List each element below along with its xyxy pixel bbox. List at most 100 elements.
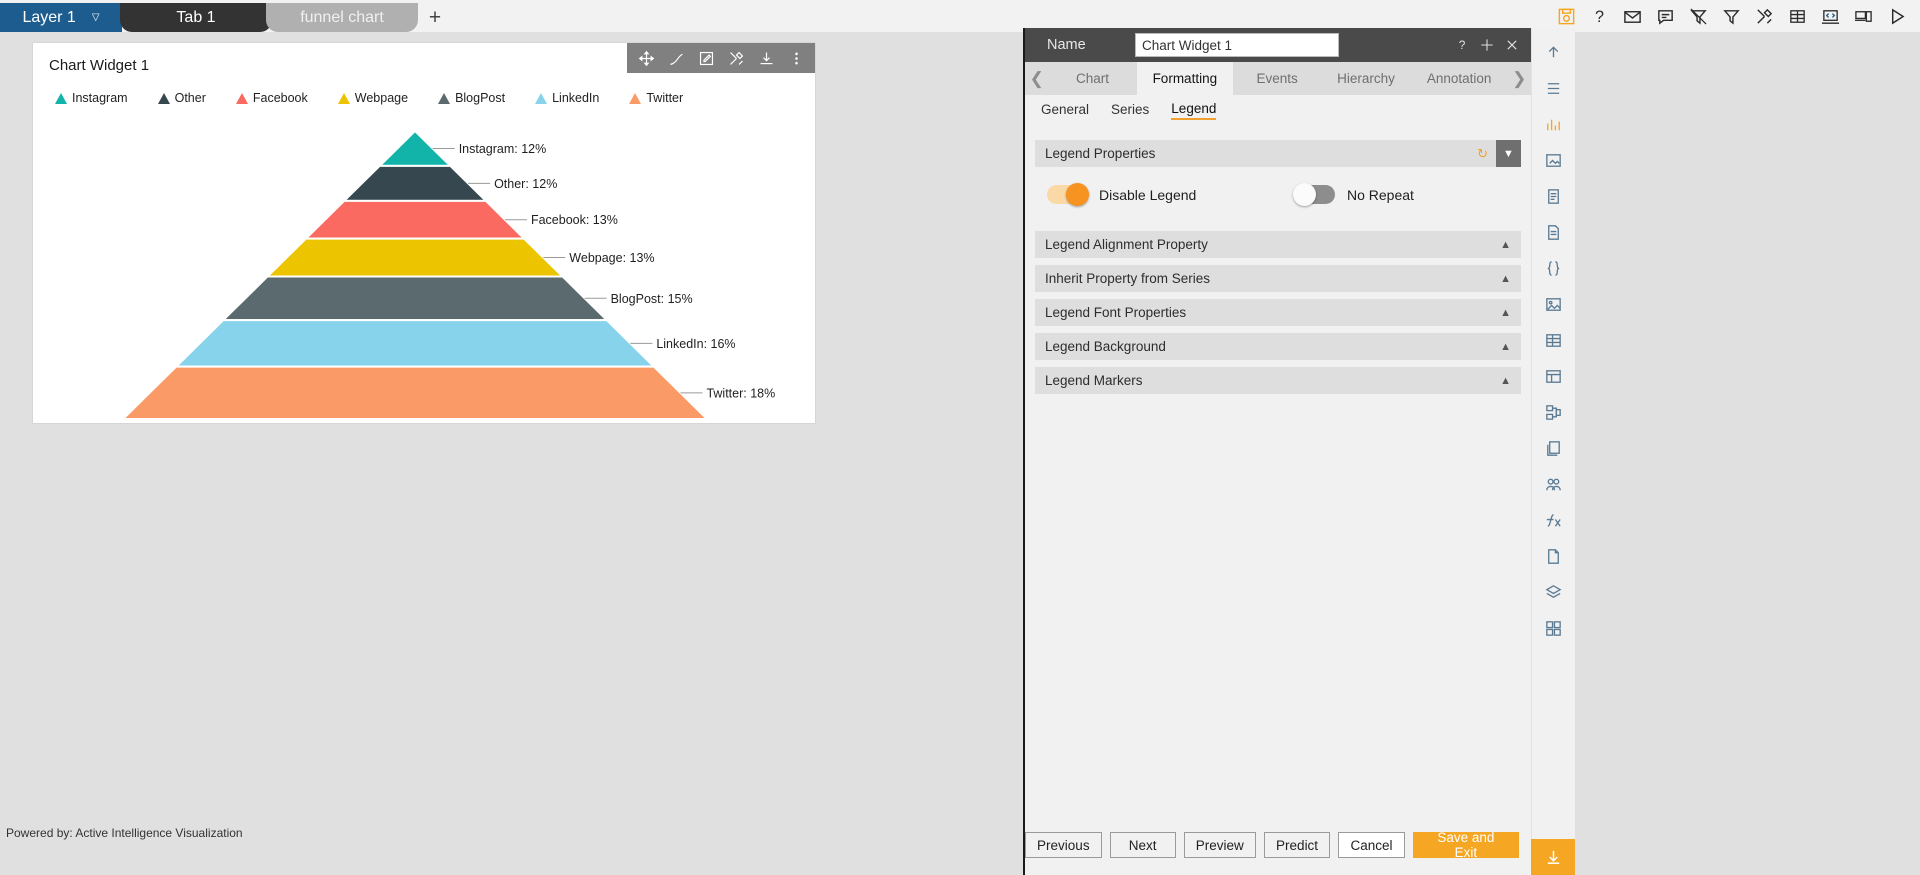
filter-off-icon[interactable] (1689, 7, 1708, 26)
chart-widget[interactable]: Chart Widget 1 Instagram Other Facebook … (32, 42, 816, 424)
subtab-general[interactable]: General (1041, 102, 1089, 119)
chevron-left-icon[interactable]: ❮ (1025, 62, 1049, 95)
legend-item[interactable]: Twitter (629, 91, 683, 105)
legend-marker-triangle-icon (157, 92, 170, 104)
cancel-button[interactable]: Cancel (1338, 832, 1405, 858)
next-button[interactable]: Next (1109, 832, 1176, 858)
toggle-label: No Repeat (1347, 186, 1414, 203)
chevron-right-icon[interactable]: ❯ (1507, 62, 1531, 95)
subtab-series[interactable]: Series (1111, 102, 1149, 119)
save-and-exit-button[interactable]: Save and Exit (1412, 830, 1519, 860)
tools-icon[interactable] (1755, 7, 1774, 26)
tab-tab-1[interactable]: Tab 1 (120, 3, 272, 32)
section-title: Legend Background (1045, 339, 1166, 354)
funnel-segment[interactable] (220, 275, 610, 322)
move-icon[interactable] (631, 43, 661, 73)
layout-icon[interactable] (1534, 358, 1574, 394)
toggle-knob (1293, 183, 1316, 206)
legend-marker-triangle-icon (55, 92, 67, 104)
tools-icon[interactable] (721, 43, 751, 73)
funnel-segment[interactable] (303, 199, 527, 240)
legend-item[interactable]: Other (157, 91, 206, 105)
mail-icon[interactable] (1623, 7, 1642, 26)
tab-events[interactable]: Events (1233, 62, 1321, 95)
file-icon[interactable] (1534, 538, 1574, 574)
braces-icon[interactable] (1534, 250, 1574, 286)
page-icon[interactable] (1534, 214, 1574, 250)
preview-button[interactable]: Preview (1183, 832, 1256, 858)
section-header[interactable]: Legend Alignment Property ▲ (1035, 231, 1521, 258)
close-icon[interactable] (1505, 38, 1519, 52)
section-header[interactable]: Legend Background ▲ (1035, 333, 1521, 360)
layers-icon[interactable] (1534, 574, 1574, 610)
funnel-segment[interactable] (120, 365, 710, 420)
group-icon[interactable] (1534, 466, 1574, 502)
more-icon[interactable] (781, 43, 811, 73)
subtab-legend[interactable]: Legend (1171, 101, 1217, 120)
rail-download-button[interactable] (1531, 839, 1575, 875)
expand-toggle-icon[interactable]: ▲ (1500, 307, 1511, 319)
flow-icon[interactable] (1534, 394, 1574, 430)
list-icon[interactable] (1534, 70, 1574, 106)
tab-funnel-chart[interactable]: funnel chart (266, 3, 418, 32)
predict-button[interactable]: Predict (1263, 832, 1331, 858)
section-title: Legend Font Properties (1045, 305, 1187, 320)
chart-bar-icon[interactable] (1534, 106, 1574, 142)
expand-toggle-icon[interactable]: ▲ (1500, 375, 1511, 387)
chevron-down-icon[interactable]: ▽ (92, 12, 100, 23)
tab-hierarchy[interactable]: Hierarchy (1321, 62, 1411, 95)
layer-selector[interactable]: Layer 1 ▽ (0, 3, 122, 32)
expand-toggle-icon[interactable]: ▲ (1500, 239, 1511, 251)
document-icon[interactable] (1534, 178, 1574, 214)
refresh-icon[interactable]: ↻ (1469, 146, 1496, 162)
edit-icon[interactable] (691, 43, 721, 73)
collapse-up-icon[interactable] (1534, 34, 1574, 70)
toggle-no-repeat[interactable] (1293, 183, 1335, 206)
section-title: Inherit Property from Series (1045, 271, 1211, 286)
help-icon[interactable]: ? (1590, 7, 1609, 26)
devices-icon[interactable] (1854, 7, 1873, 26)
table-icon[interactable] (1788, 7, 1807, 26)
play-icon[interactable] (1887, 7, 1906, 26)
section-header[interactable]: Inherit Property from Series ▲ (1035, 265, 1521, 292)
widgets-icon[interactable] (1534, 610, 1574, 646)
save-icon[interactable] (1557, 7, 1576, 26)
legend-marker-triangle-icon (629, 92, 642, 104)
filter-icon[interactable] (1722, 7, 1741, 26)
tab-formatting[interactable]: Formatting (1136, 62, 1234, 95)
tab-label: Tab 1 (176, 8, 216, 26)
function-icon[interactable] (1534, 502, 1574, 538)
picture-icon[interactable] (1534, 286, 1574, 322)
toggle-disable-legend[interactable] (1047, 183, 1089, 206)
grid-icon[interactable] (1534, 322, 1574, 358)
expand-toggle-icon[interactable]: ▲ (1500, 341, 1511, 353)
copy-icon[interactable] (1534, 430, 1574, 466)
previous-button[interactable]: Previous (1025, 832, 1102, 858)
section-header[interactable]: Legend Markers ▲ (1035, 367, 1521, 394)
widget-name-input[interactable] (1135, 33, 1339, 57)
section-title: Legend Alignment Property (1045, 237, 1208, 252)
section-header[interactable]: Legend Properties ↻ ▼ (1035, 140, 1521, 167)
image-add-icon[interactable] (1534, 142, 1574, 178)
move-icon[interactable] (1480, 38, 1494, 52)
tab-annotation[interactable]: Annotation (1411, 62, 1508, 95)
comment-icon[interactable] (1656, 7, 1675, 26)
legend-item[interactable]: BlogPost (438, 91, 505, 105)
legend-item[interactable]: Instagram (55, 91, 128, 105)
add-tab-button[interactable]: + (418, 3, 452, 32)
help-icon[interactable]: ? (1455, 38, 1469, 52)
section-header[interactable]: Legend Font Properties ▲ (1035, 299, 1521, 326)
collapse-toggle-icon[interactable]: ▼ (1496, 140, 1521, 167)
legend-item[interactable]: Facebook (235, 91, 308, 105)
section-controls: ▲ (1500, 341, 1511, 353)
legend-item[interactable]: LinkedIn (535, 91, 599, 105)
legend-item[interactable]: Webpage (337, 91, 408, 105)
funnel-segment[interactable] (173, 319, 657, 368)
pen-icon[interactable] (661, 43, 691, 73)
funnel-segment[interactable] (341, 164, 489, 202)
tab-chart[interactable]: Chart (1049, 62, 1137, 95)
expand-toggle-icon[interactable]: ▲ (1500, 273, 1511, 285)
download-icon[interactable] (751, 43, 781, 73)
funnel-segment[interactable] (265, 237, 565, 278)
code-icon[interactable] (1821, 7, 1840, 26)
